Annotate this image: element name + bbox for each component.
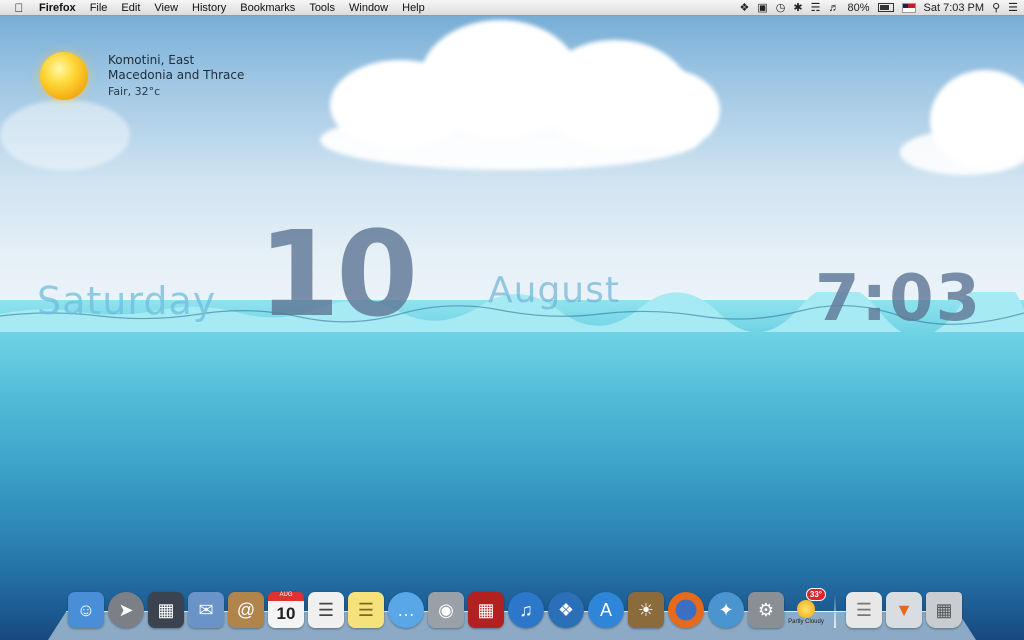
weather-condition: Fair, 32°c <box>108 85 161 98</box>
month-name: August <box>488 270 620 311</box>
downloads-icon[interactable]: ▼ <box>886 592 922 628</box>
firefox-icon[interactable] <box>668 592 704 628</box>
menu-clock[interactable]: Sat 7:03 PM <box>924 2 985 14</box>
notes-icon[interactable]: ☰ <box>348 592 384 628</box>
water <box>0 300 1024 640</box>
calendar-day: 10 <box>276 604 296 623</box>
reminders-icon[interactable]: ☰ <box>308 592 344 628</box>
status-area: ❖ ▣ ◷ ✱ ☴ ♬ 80% Sat 7:03 PM ⚲ ☰ <box>740 0 1019 15</box>
time-display: 7:03 <box>815 262 983 336</box>
time-machine-icon[interactable]: ◷ <box>776 1 786 14</box>
calendar-month: AUG <box>268 592 304 601</box>
menu-view[interactable]: View <box>147 2 185 14</box>
photo-booth-icon[interactable]: ▦ <box>468 592 504 628</box>
dock-items: ☺ ➤ ▦ ✉ @ AUG 10 ☰ ☰ … ◉ ▦ ♫ ❖ A ☀ ✦ ⚙ 3… <box>68 588 962 628</box>
dock-separator <box>834 594 836 628</box>
volume-icon[interactable]: ♬ <box>828 2 839 14</box>
messages-icon[interactable]: … <box>388 592 424 628</box>
partly-cloudy-icon[interactable]: 33° Partly Cloudy <box>788 588 826 628</box>
facetime-icon[interactable]: ◉ <box>428 592 464 628</box>
weather-dock-label: Partly Cloudy <box>788 618 824 625</box>
weather-badge: 33° <box>805 588 826 601</box>
dock: ☺ ➤ ▦ ✉ @ AUG 10 ☰ ☰ … ◉ ▦ ♫ ❖ A ☀ ✦ ⚙ 3… <box>48 588 976 640</box>
iphoto-icon[interactable]: ☀ <box>628 592 664 628</box>
battery-percent[interactable]: 80% <box>847 2 869 14</box>
apple-icon[interactable]:  <box>11 1 27 15</box>
calendar-icon[interactable]: AUG 10 <box>268 592 304 628</box>
contacts-icon[interactable]: @ <box>228 592 264 628</box>
menu-help[interactable]: Help <box>395 2 432 14</box>
day-name: Saturday <box>37 279 217 323</box>
weather-location-line1: Komotini, East <box>108 53 195 67</box>
list-icon[interactable]: ☰ <box>1008 1 1018 14</box>
cloud <box>900 130 1024 175</box>
menu-bookmarks[interactable]: Bookmarks <box>233 2 302 14</box>
menu-bar:  Firefox File Edit View History Bookmar… <box>0 0 1024 16</box>
small-sun-icon <box>797 599 815 618</box>
menu-tools[interactable]: Tools <box>302 2 342 14</box>
mail-icon[interactable]: ✉ <box>188 592 224 628</box>
sun-icon <box>40 52 88 100</box>
menu-app-name[interactable]: Firefox <box>39 2 83 14</box>
display-icon[interactable]: ▣ <box>757 1 767 14</box>
itunes-icon[interactable]: ♫ <box>508 592 544 628</box>
wifi-icon[interactable]: ☴ <box>811 1 821 14</box>
battery-icon[interactable] <box>877 3 894 12</box>
bluetooth-icon[interactable]: ✱ <box>793 1 802 14</box>
mission-control-icon[interactable]: ▦ <box>148 592 184 628</box>
cloud <box>0 100 130 170</box>
spotlight-icon[interactable]: ⚲ <box>992 1 1000 14</box>
day-number: 10 <box>258 205 418 343</box>
document-icon[interactable]: ☰ <box>846 592 882 628</box>
dashboard-icon[interactable]: ❖ <box>548 592 584 628</box>
menu-edit[interactable]: Edit <box>114 2 147 14</box>
cloud <box>320 110 700 170</box>
menu-window[interactable]: Window <box>342 2 395 14</box>
weather-location-line2: Macedonia and Thrace <box>108 68 245 82</box>
launchpad-icon[interactable]: ➤ <box>108 592 144 628</box>
script-icon[interactable]: ❖ <box>740 1 750 14</box>
system-preferences-icon[interactable]: ⚙ <box>748 592 784 628</box>
trash-icon[interactable]: ▦ <box>926 592 962 628</box>
weather-location: Komotini, East Macedonia and Thrace <box>108 53 308 83</box>
menu-file[interactable]: File <box>83 2 115 14</box>
app-store-icon[interactable]: A <box>588 592 624 628</box>
finder-icon[interactable]: ☺ <box>68 592 104 628</box>
flag-icon[interactable] <box>901 2 916 13</box>
menu-history[interactable]: History <box>185 2 233 14</box>
safari-icon[interactable]: ✦ <box>708 592 744 628</box>
